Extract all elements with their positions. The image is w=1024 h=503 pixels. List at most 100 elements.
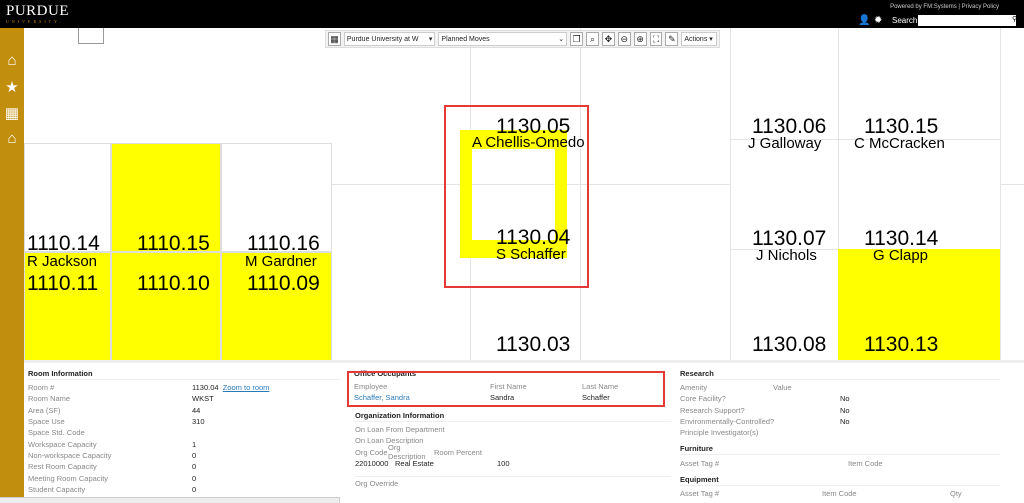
- cell: 22010000: [355, 459, 389, 469]
- building-icon[interactable]: ⌂: [2, 130, 22, 147]
- occupant-name: R Jackson: [27, 253, 98, 270]
- field-label: Principle Investigator(s): [680, 428, 759, 438]
- room-number: 1130.14: [864, 227, 939, 250]
- field-value: 310: [192, 417, 205, 427]
- layers-icon[interactable]: ❐: [570, 32, 584, 46]
- gear-icon[interactable]: ✹: [874, 15, 882, 26]
- organization-section: Organization Information On Loan From De…: [355, 411, 671, 490]
- powered-by-link[interactable]: Powered by FM:Systems | Privacy Policy: [890, 4, 999, 10]
- field-row: Room Name WKST: [28, 393, 340, 404]
- room-number: 1130.03: [496, 333, 571, 356]
- room-outline[interactable]: [78, 28, 104, 44]
- room-number: 1110.11: [27, 272, 99, 295]
- purdue-logo[interactable]: PURDUE UNIVERSITY.: [6, 3, 69, 24]
- room-details-panel: Room Information Room # 1130.04 Zoom to r…: [24, 360, 1024, 503]
- field-row: Core Facility? No: [680, 393, 1000, 404]
- field-label: Area (SF): [28, 405, 61, 415]
- field-value: 0: [192, 484, 197, 494]
- field-row: Space Std. Code: [28, 427, 340, 438]
- logo-subtext: UNIVERSITY.: [6, 19, 64, 24]
- occupant-name: G Clapp: [873, 247, 929, 264]
- layer-select[interactable]: Planned Moves ⌄: [438, 32, 568, 46]
- field-row: Environmentally-Controlled? No: [680, 416, 1000, 427]
- site-select[interactable]: Purdue University at W ▾: [343, 32, 436, 46]
- section-title: Organization Information: [355, 411, 671, 422]
- research-section: Research Amenity Value Core Facility? No Re…: [680, 369, 1000, 499]
- occupants-highlight-box: [347, 371, 665, 407]
- col-header: Room Percent: [434, 447, 482, 457]
- field-label: Student Capacity: [28, 484, 86, 494]
- room-number: 1130.13: [864, 333, 939, 356]
- home-icon[interactable]: ⌂: [2, 52, 22, 69]
- field-value: 0: [192, 462, 197, 472]
- col-header: Asset Tag #: [680, 488, 720, 498]
- col-header: Org Code: [355, 447, 388, 457]
- occupant-name: J Galloway: [748, 135, 822, 152]
- search-label: Search: [892, 16, 918, 25]
- field-label: Space Std. Code: [28, 428, 85, 438]
- search-input[interactable]: [918, 15, 1016, 26]
- room-1110-10[interactable]: [111, 252, 221, 360]
- floorplan-icon[interactable]: ▦: [328, 32, 341, 46]
- equipment-header: Asset Tag # Item Code Qty: [680, 488, 1000, 499]
- field-value: 1: [192, 439, 197, 449]
- field-row: Research Support? No: [680, 405, 1000, 416]
- field-row: Space Use 310: [28, 416, 340, 427]
- zoom-to-room-link[interactable]: Zoom to room: [223, 383, 270, 392]
- room-number: 1110.10: [137, 272, 210, 295]
- room-information-section: Room Information Room # 1130.04 Zoom to r…: [28, 369, 340, 495]
- zoom-out-icon[interactable]: ⊖: [617, 32, 631, 46]
- col-header: Asset Tag #: [680, 458, 720, 468]
- field-value: No: [840, 417, 850, 427]
- field-label: Rest Room Capacity: [28, 462, 97, 472]
- user-icon[interactable]: 👤: [858, 15, 870, 26]
- field-label: Space Use: [28, 417, 65, 427]
- col-header: Item Code: [848, 458, 883, 468]
- field-value: No: [840, 405, 850, 415]
- floor-plan-canvas[interactable]: 1110.14 1110.15 1110.16 R Jackson M Gard…: [24, 28, 1024, 360]
- site-value: Purdue University at W: [346, 35, 419, 43]
- field-label: Core Facility?: [680, 394, 726, 404]
- field-value: 1130.04: [192, 383, 219, 393]
- top-header: PURDUE UNIVERSITY. Powered by FM:Systems …: [0, 0, 1024, 28]
- actions-button[interactable]: Actions ▾: [681, 32, 718, 46]
- field-label: Research Support?: [680, 405, 745, 415]
- field-row: Workspace Capacity 1: [28, 438, 340, 449]
- star-icon[interactable]: ★: [2, 78, 22, 96]
- occupant-name: M Gardner: [245, 253, 317, 270]
- section-title: Research: [680, 369, 1000, 380]
- section-title: Equipment: [680, 475, 1000, 486]
- zoom-in-icon[interactable]: ⊕: [633, 32, 647, 46]
- field-value: 0: [192, 450, 197, 460]
- zoom-window-icon[interactable]: ⌕: [586, 32, 599, 46]
- pan-icon[interactable]: ✥: [601, 32, 615, 46]
- field-label: Room Name: [28, 394, 71, 404]
- field-row: Area (SF) 44: [28, 405, 340, 416]
- layer-value: Planned Moves: [441, 35, 490, 43]
- search-icon[interactable]: ⚲: [1012, 15, 1017, 23]
- table-row: 22010000 Real Estate 100: [355, 458, 671, 469]
- room-number: 1130.15: [864, 115, 939, 138]
- markup-icon[interactable]: ✎: [665, 32, 679, 46]
- cell: 100: [497, 459, 510, 469]
- field-label: Environmentally-Controlled?: [680, 417, 775, 427]
- field-row: Student Capacity 0: [28, 484, 340, 495]
- occupant-name: J Nichols: [756, 247, 817, 264]
- section-title: Furniture: [680, 444, 1000, 456]
- col-header: Amenity: [680, 383, 708, 393]
- field-value: No: [840, 394, 850, 404]
- floorplan-icon[interactable]: ▦: [2, 104, 22, 122]
- room-number: 1130.07: [752, 227, 827, 250]
- selection-box: [444, 105, 589, 288]
- field-value: 0: [192, 473, 197, 483]
- field-row: Rest Room Capacity 0: [28, 461, 340, 472]
- field-row: Meeting Room Capacity 0: [28, 472, 340, 483]
- col-header: Value: [773, 383, 792, 393]
- office-occupants-section: Office Occupants Employee First Name Last …: [347, 369, 666, 407]
- fullscreen-icon[interactable]: ⛶: [649, 32, 663, 46]
- field-label: Meeting Room Capacity: [28, 473, 109, 483]
- room-number: 1110.14: [27, 232, 100, 255]
- col-header: Qty: [950, 488, 962, 498]
- section-title: Room Information: [28, 369, 340, 380]
- cell: Real Estate: [395, 459, 434, 469]
